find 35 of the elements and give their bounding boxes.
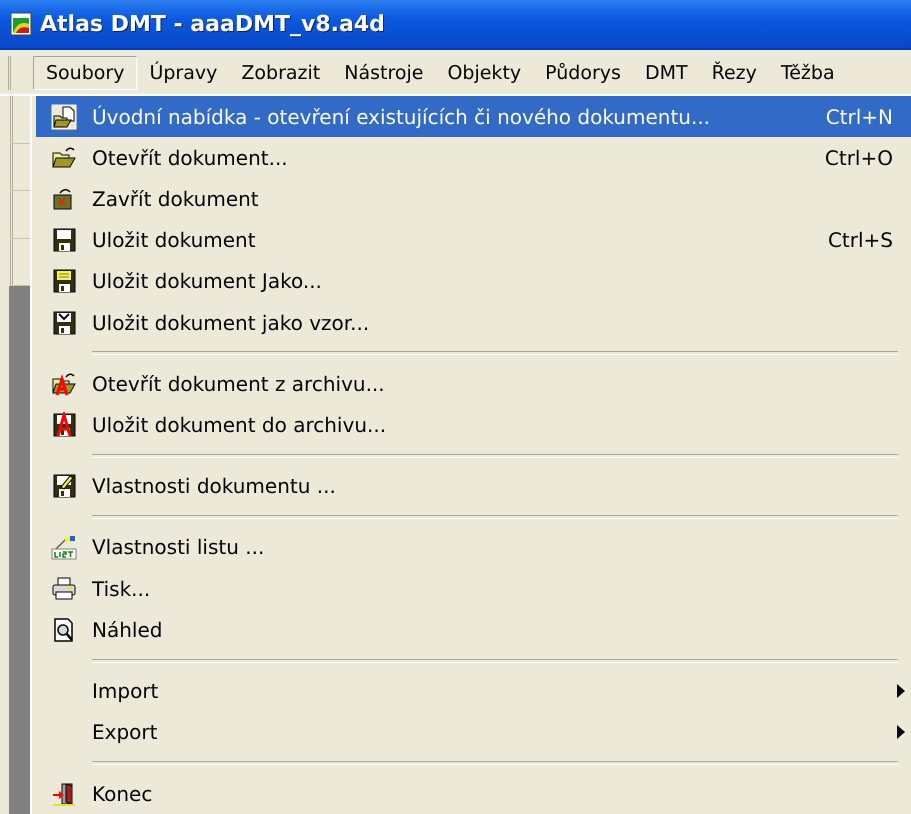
menu-item[interactable]: Export xyxy=(36,712,911,753)
menu-item[interactable]: Import xyxy=(36,670,911,712)
menu-bar-item[interactable]: Soubory xyxy=(33,56,138,90)
floppy-pencil-icon xyxy=(51,473,77,500)
menu-bar-item[interactable]: Nástroje xyxy=(332,56,436,90)
menu-item[interactable]: Uložit dokument do archivu... xyxy=(36,404,911,446)
menu-item[interactable]: Zavřít dokument xyxy=(36,178,911,220)
menu-bar-item[interactable]: Objekty xyxy=(435,56,534,90)
submenu-arrow-icon xyxy=(897,684,905,698)
app-icon xyxy=(10,12,32,36)
menu-item[interactable]: Tisk... xyxy=(36,568,911,610)
menu-item[interactable]: Uložit dokument Jako... xyxy=(36,260,911,302)
menu-item[interactable]: Uložit dokument jako vzor... xyxy=(36,302,911,344)
window-title: Atlas DMT - aaaDMT_v8.a4d xyxy=(40,12,385,36)
folder-page-icon xyxy=(51,104,77,130)
menu-bar-item[interactable]: Těžba xyxy=(768,56,847,90)
menu-item[interactable]: Náhled xyxy=(36,609,911,651)
exit-door-icon xyxy=(51,780,77,807)
menu-item[interactable]: Uložit dokument Ctrl+S xyxy=(36,220,911,261)
printer-icon xyxy=(51,576,77,602)
list-sheet-icon xyxy=(51,534,77,560)
menu-item[interactable]: Vlastnosti dokumentu ... xyxy=(36,466,911,507)
menu-bar-item[interactable]: Úpravy xyxy=(137,56,230,90)
submenu-arrow-icon xyxy=(897,725,905,740)
folder-letter-icon xyxy=(51,370,77,397)
menu-item[interactable]: Úvodní nabídka - otevření existujících či nového dokumentu... Ctrl+N xyxy=(36,96,911,138)
menu-item[interactable]: Otevřít dokument... Ctrl+O xyxy=(36,137,911,178)
menu-bar-item[interactable]: Zobrazit xyxy=(229,56,332,90)
menu-item[interactable]: Otevřít dokument z archivu... xyxy=(36,363,911,404)
floppy-letter-icon xyxy=(51,412,77,438)
menu-bar-item[interactable]: Půdorys xyxy=(533,56,633,90)
menu-item[interactable]: Vlastnosti listu ... xyxy=(36,526,911,568)
menu-item[interactable]: Konec xyxy=(36,772,911,814)
menu-bar-item[interactable]: DMT xyxy=(632,56,700,90)
menu-bar-item[interactable]: Řezy xyxy=(700,56,769,90)
